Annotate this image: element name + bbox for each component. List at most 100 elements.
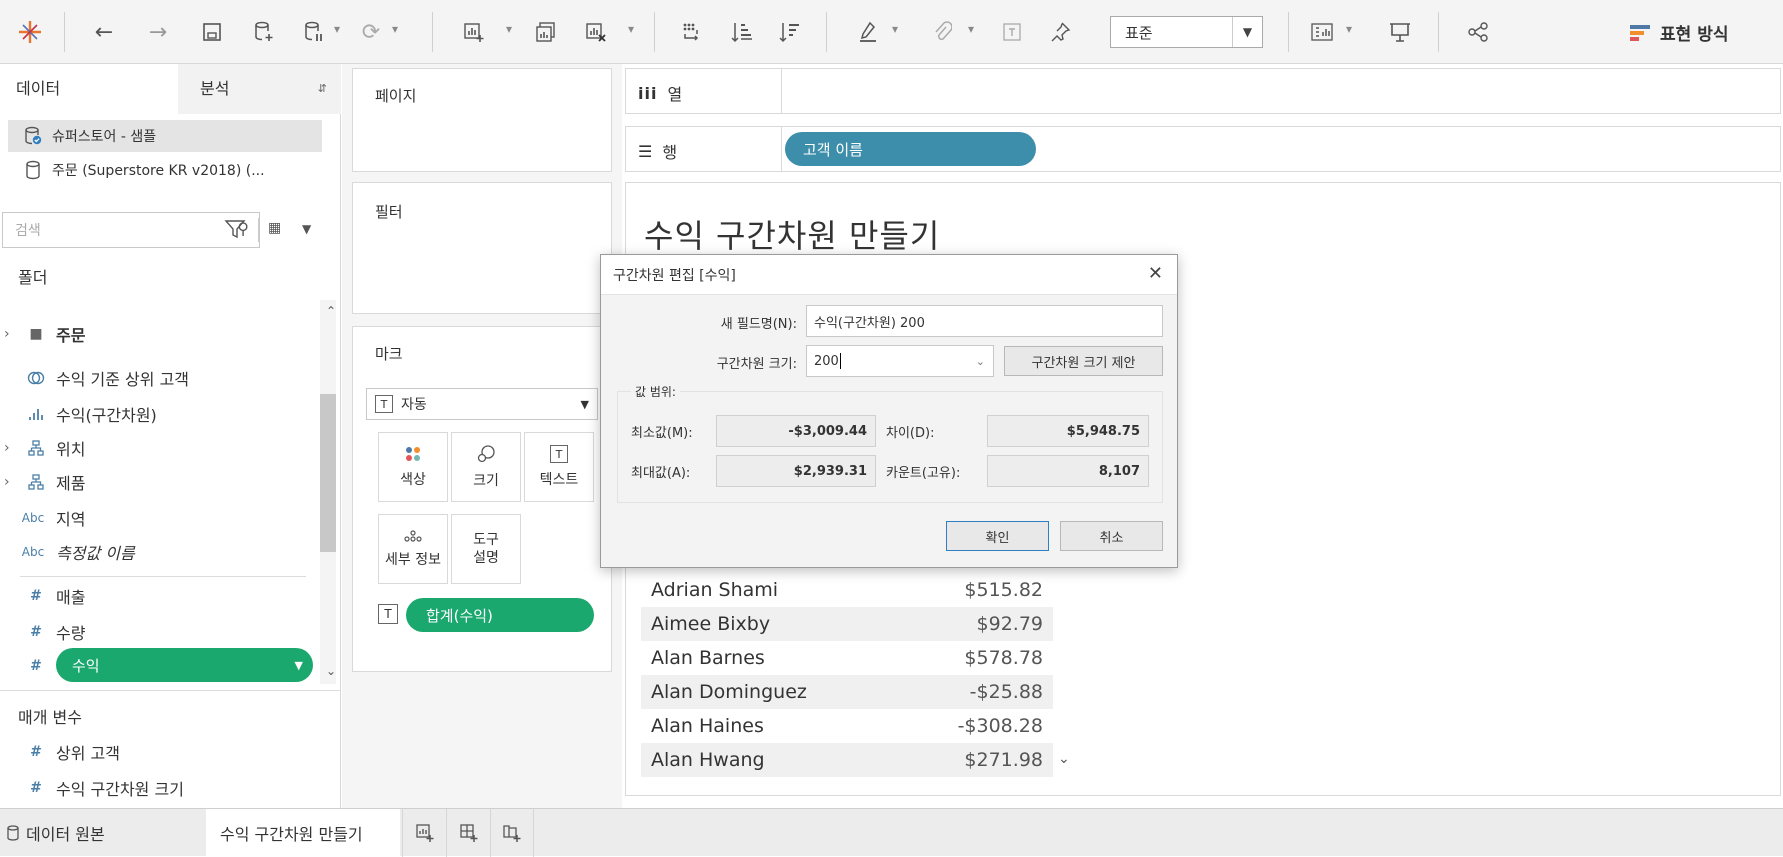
suggest-bin-size-button[interactable]: 구간차원 크기 제안 <box>1004 346 1163 376</box>
undo-icon[interactable]: ← <box>88 16 120 48</box>
cancel-button[interactable]: 취소 <box>1060 521 1163 551</box>
sum-profit-pill[interactable]: 합계(수익) <box>406 598 594 632</box>
tab-analysis-label: 분석 <box>200 79 230 98</box>
new-dashboard-tab[interactable] <box>446 809 490 857</box>
field-product-hierarchy[interactable]: › 제품 <box>0 464 320 500</box>
field-search-input[interactable]: 검색 ⚲ <box>2 212 260 248</box>
new-worksheet-tab[interactable] <box>402 809 446 857</box>
table-row[interactable]: Alan Dominguez -$25.88 <box>641 675 1053 709</box>
ok-button[interactable]: 확인 <box>946 521 1049 551</box>
new-datasource-icon[interactable] <box>248 16 280 48</box>
share-icon[interactable] <box>1462 16 1494 48</box>
field-region[interactable]: Abc 지역 <box>0 500 320 536</box>
color-label: 색상 <box>400 472 426 488</box>
param-label: 수익 구간차원 크기 <box>56 780 184 799</box>
bin-size-value: 200 <box>814 353 839 369</box>
view-list-icon[interactable]: ▦ <box>268 220 281 236</box>
param-profit-bin-size[interactable]: # 수익 구간차원 크기 <box>0 770 320 806</box>
fit-select[interactable]: 표준 ▼ <box>1110 16 1263 48</box>
chevron-down-icon[interactable]: ▾ <box>392 22 398 36</box>
field-profit-bin[interactable]: 수익(구간차원) <box>0 396 320 432</box>
customer-name-pill[interactable]: 고객 이름 <box>785 132 1036 166</box>
presentation-mode-icon[interactable] <box>1384 16 1416 48</box>
detail-button[interactable]: 세부 정보 <box>378 514 448 584</box>
clear-sheet-icon[interactable] <box>580 16 612 48</box>
pause-datasource-icon[interactable] <box>298 16 330 48</box>
table-row[interactable]: Aimee Bixby $92.79 <box>641 607 1053 641</box>
scroll-down-icon[interactable]: ⌄ <box>1058 751 1070 767</box>
tab-data-label: 데이터 <box>16 79 61 98</box>
cancel-label: 취소 <box>1099 530 1124 546</box>
highlight-icon[interactable] <box>852 16 884 48</box>
redo-icon[interactable]: → <box>142 16 174 48</box>
scrollbar-thumb[interactable] <box>320 394 336 552</box>
field-location-hierarchy[interactable]: › 위치 <box>0 430 320 466</box>
labels-icon[interactable] <box>1306 16 1338 48</box>
scroll-down-icon[interactable]: ⌄ <box>326 664 336 678</box>
sort-ascending-icon[interactable] <box>726 16 758 48</box>
save-icon[interactable] <box>196 16 228 48</box>
size-button[interactable]: 크기 <box>451 432 521 502</box>
dialog-body: 새 필드명(N): 수익(구간차원) 200 구간차원 크기: 200 ⌄ 구간… <box>601 295 1177 567</box>
measure-icon: # <box>30 588 42 604</box>
table-row[interactable]: Alan Barnes $578.78 <box>641 641 1053 675</box>
field-profit-pill[interactable]: 수익 ▼ <box>56 648 313 682</box>
swap-icon[interactable] <box>676 16 708 48</box>
detail-icon <box>404 530 422 542</box>
row-value: -$25.88 <box>969 681 1043 703</box>
min-value: -$3,009.44 <box>788 423 867 439</box>
table-row[interactable]: Alan Haines -$308.28 <box>641 709 1053 743</box>
datasource-superstore-sample[interactable]: 슈퍼스토어 - 샘플 <box>8 120 322 152</box>
row-name: Alan Barnes <box>651 647 765 669</box>
hierarchy-icon <box>22 474 50 490</box>
chevron-down-icon: ▼ <box>1232 17 1262 47</box>
color-button[interactable]: 색상 <box>378 432 448 502</box>
new-worksheet-icon[interactable] <box>458 16 490 48</box>
field-sales[interactable]: # 매출 <box>0 578 320 614</box>
duplicate-sheet-icon[interactable] <box>530 16 562 48</box>
bin-size-input[interactable]: 200 ⌄ <box>806 345 994 377</box>
sort-descending-icon[interactable] <box>774 16 806 48</box>
show-mark-labels-icon[interactable] <box>996 16 1028 48</box>
tab-analysis[interactable]: 분석 ⇵ <box>178 64 341 114</box>
chevron-down-icon[interactable]: ▾ <box>968 22 974 36</box>
tab-data[interactable]: 데이터 <box>0 64 178 114</box>
columns-shelf[interactable]: iii 열 <box>625 68 1781 114</box>
filter-icon[interactable] <box>224 218 246 244</box>
mark-type-select[interactable]: T 자동 ▼ <box>366 388 598 420</box>
table-row[interactable]: Alan Hwang $271.98 <box>641 743 1053 777</box>
close-icon[interactable]: ✕ <box>1148 263 1163 284</box>
chevron-down-icon[interactable]: ▾ <box>892 22 898 36</box>
tableau-logo-icon[interactable] <box>12 16 48 48</box>
new-field-name-input[interactable]: 수익(구간차원) 200 <box>806 305 1163 337</box>
new-worksheet-icon <box>415 824 433 842</box>
filters-shelf[interactable]: 필터 <box>352 182 612 314</box>
chevron-down-icon[interactable]: ▾ <box>506 22 512 36</box>
param-top-customers[interactable]: # 상위 고객 <box>0 734 320 770</box>
chevron-down-icon[interactable]: ▾ <box>1346 22 1352 36</box>
text-cursor <box>839 353 841 369</box>
pages-shelf[interactable]: 페이지 <box>352 68 612 172</box>
tab-sheet-profit-bins[interactable]: 수익 구간차원 만들기 <box>206 809 400 857</box>
field-measure-names[interactable]: Abc 측정값 이름 <box>0 534 320 570</box>
field-quantity[interactable]: # 수량 <box>0 614 320 650</box>
field-top-customers-set[interactable]: 수익 기준 상위 고객 <box>0 360 320 396</box>
scroll-up-icon[interactable]: ⌃ <box>326 304 336 318</box>
field-orders-folder[interactable]: › ■ 주문 <box>0 316 320 352</box>
chevron-down-icon[interactable]: ▾ <box>334 22 340 36</box>
refresh-icon[interactable]: ⟳ <box>356 16 386 48</box>
table-row[interactable]: Adrian Shami $515.82 <box>641 573 1053 607</box>
show-me-button[interactable]: 표현 방식 <box>1630 20 1728 45</box>
text-button[interactable]: T 텍스트 <box>524 432 594 502</box>
group-members-icon[interactable] <box>926 16 958 48</box>
tooltip-button[interactable]: 도구 설명 <box>451 514 521 584</box>
new-story-tab[interactable] <box>490 809 534 857</box>
tab-datasource[interactable]: 데이터 원본 <box>0 809 206 857</box>
fit-select-value: 표준 <box>1125 23 1153 42</box>
pin-icon[interactable] <box>1044 16 1076 48</box>
max-value-box: $2,939.31 <box>716 455 876 487</box>
datasource-orders[interactable]: 주문 (Superstore KR v2018) (... <box>8 154 322 186</box>
chevron-down-icon[interactable]: ▾ <box>628 22 634 36</box>
columns-icon: iii <box>638 83 658 103</box>
chevron-down-icon[interactable]: ▼ <box>302 222 311 236</box>
